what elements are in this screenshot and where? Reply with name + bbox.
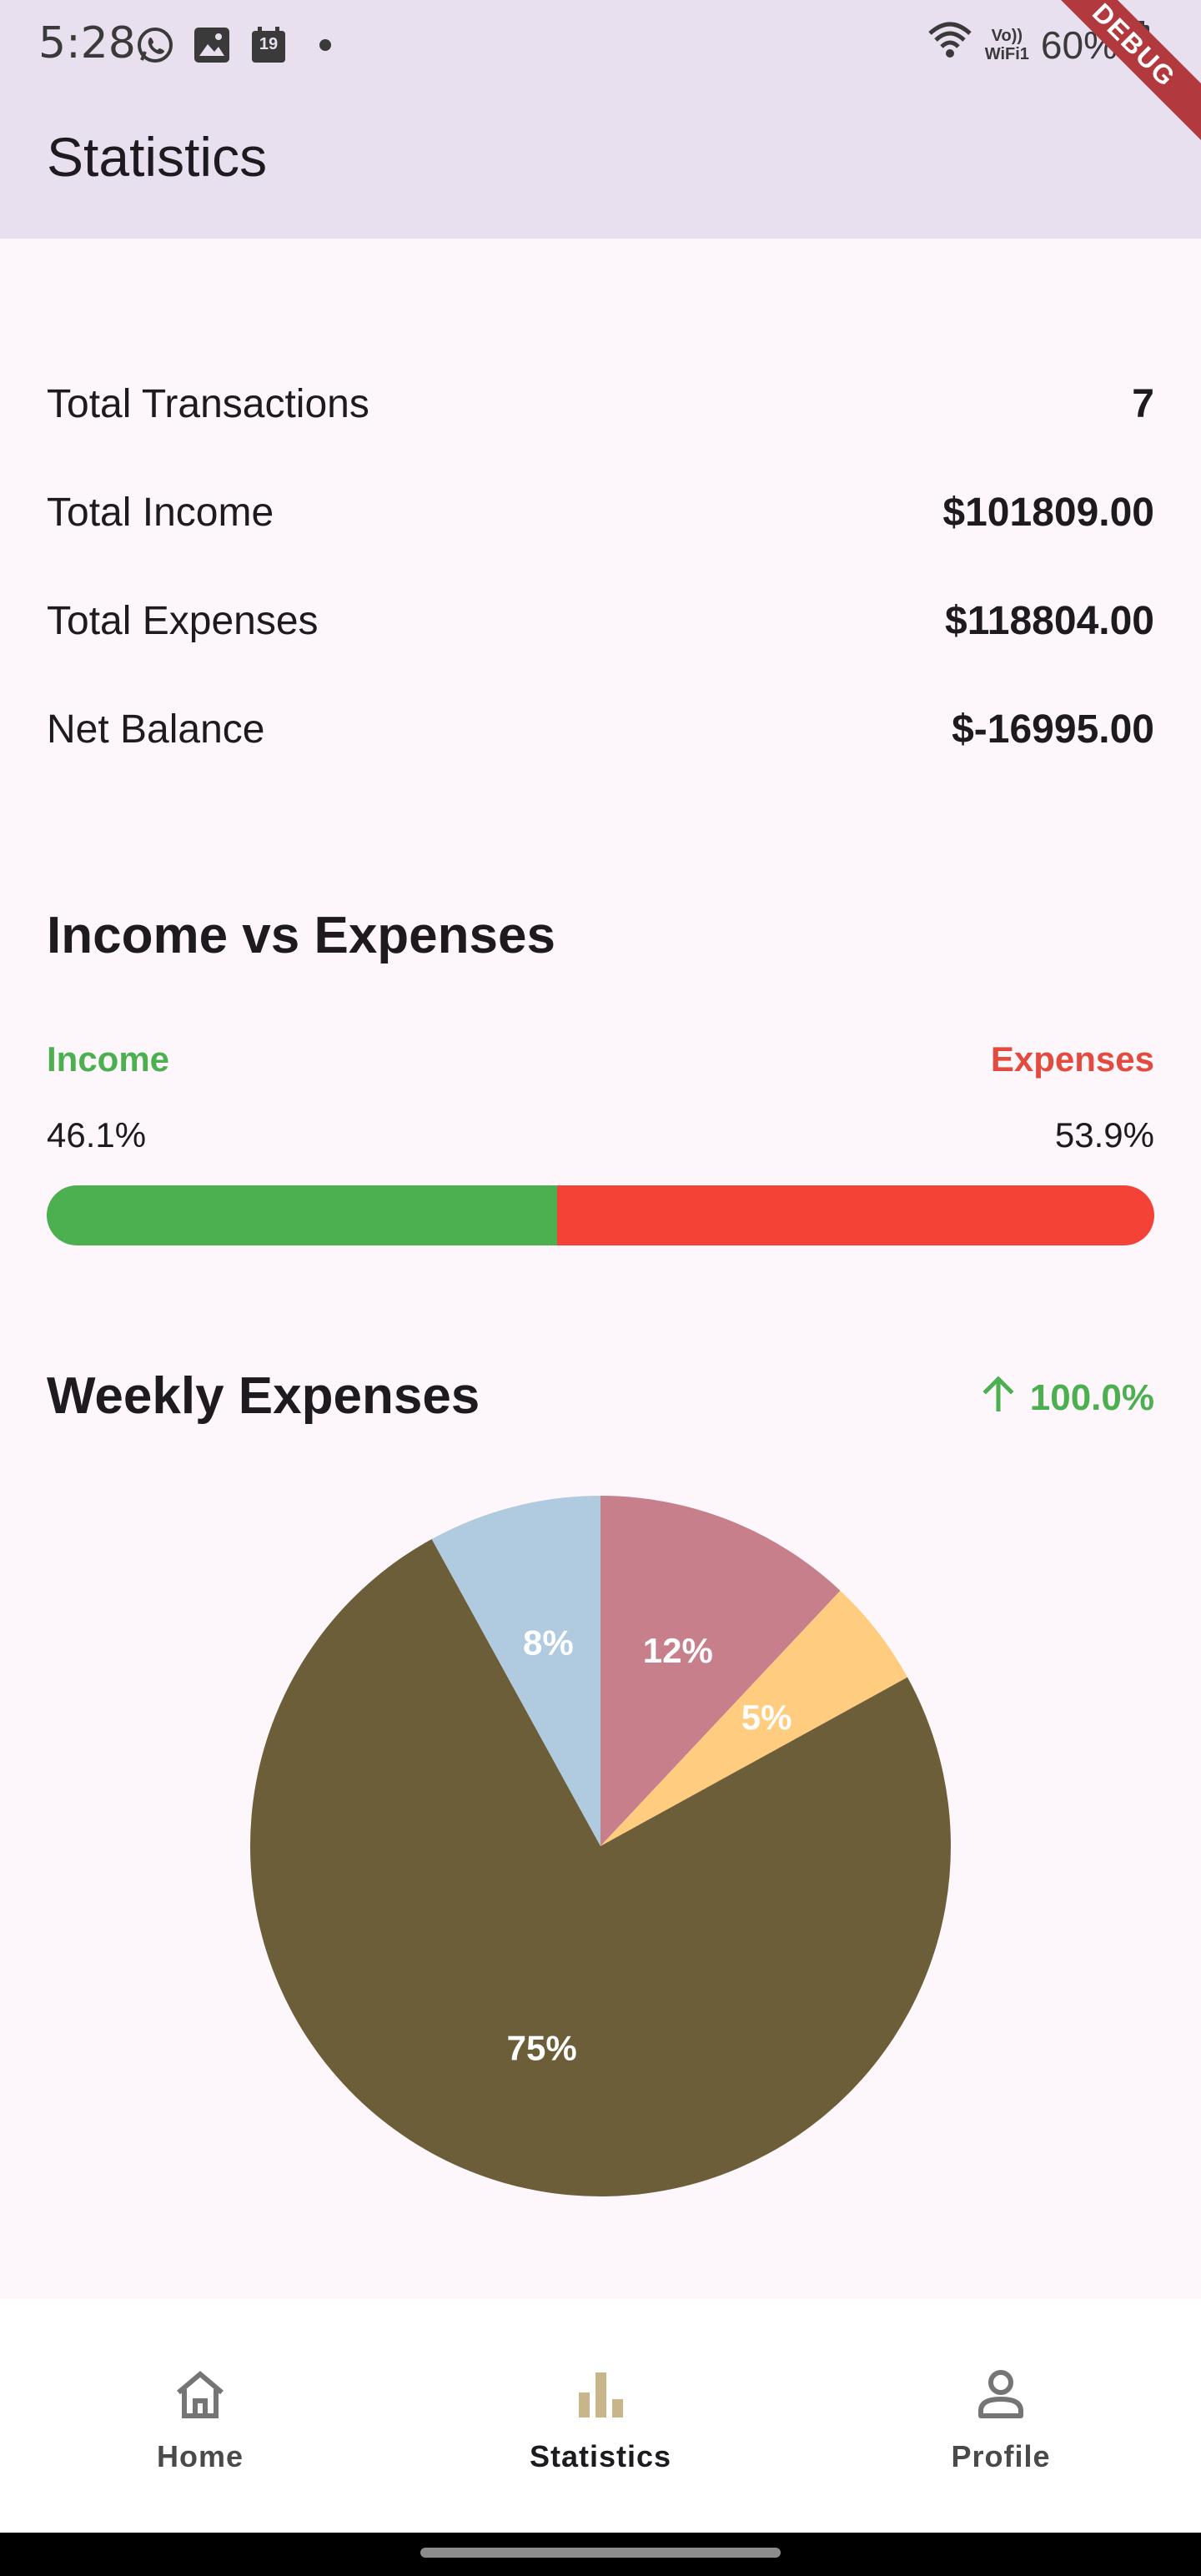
volte-bottom-text: WiFi1: [984, 44, 1029, 63]
pie-slice-label: 5%: [741, 1698, 792, 1737]
income-expense-ratio-bar: [47, 1185, 1154, 1245]
gesture-handle[interactable]: [420, 2548, 781, 2558]
summary-label: Net Balance: [47, 707, 265, 752]
weekly-expenses-title: Weekly Expenses: [47, 1367, 480, 1425]
weekly-trend: 100.0%: [982, 1375, 1154, 1421]
income-percent: 46.1%: [47, 1115, 147, 1155]
summary-row-total-income: Total Income $101809.00: [47, 479, 1154, 546]
pie-slice-label: 75%: [507, 2028, 577, 2067]
nav-label-profile: Profile: [951, 2439, 1051, 2473]
trend-value: 100.0%: [1029, 1376, 1154, 1418]
income-legend-label: Income: [47, 1039, 170, 1079]
image-icon: [190, 23, 234, 67]
wifi-icon: [927, 20, 973, 69]
summary-row-total-expenses: Total Expenses $118804.00: [47, 587, 1154, 654]
nav-item-home[interactable]: Home: [0, 2299, 400, 2533]
page-title: Statistics: [47, 126, 268, 188]
person-icon: [967, 2361, 1034, 2428]
pie-slice-label: 12%: [643, 1631, 713, 1670]
volte-top-text: Vo)): [991, 26, 1023, 45]
expenses-legend-label: Expenses: [990, 1039, 1154, 1079]
calendar-day: 19: [259, 35, 279, 53]
gesture-navigation-area: [0, 2533, 1201, 2576]
weekly-expenses-pie-chart: 12% 5% 75% 8%: [249, 1494, 952, 2198]
summary-label: Total Expenses: [47, 598, 319, 643]
summary-value: $118804.00: [945, 598, 1154, 643]
expenses-bar-segment: [557, 1185, 1154, 1245]
home-icon: [167, 2361, 234, 2428]
bottom-navigation: Home Statistics Profile: [0, 2299, 1201, 2533]
summary-value: $101809.00: [942, 490, 1154, 535]
whatsapp-icon: [133, 23, 177, 67]
summary-row-total-transactions: Total Transactions 7: [47, 370, 1154, 437]
dot-icon: [304, 23, 347, 67]
nav-item-statistics[interactable]: Statistics: [400, 2299, 801, 2533]
volte-indicator: Vo)) WiFi1: [985, 27, 1029, 63]
bar-chart-icon: [567, 2361, 634, 2428]
notification-icons: 19: [133, 23, 347, 67]
summary-value: $-16995.00: [952, 707, 1154, 752]
status-time: 5:28: [38, 18, 136, 68]
arrow-up-icon: [982, 1375, 1015, 1421]
pie-chart-svg: 12% 5% 75% 8%: [250, 1496, 951, 2196]
pie-slice-label: 8%: [523, 1623, 574, 1662]
income-vs-expenses-title: Income vs Expenses: [47, 907, 555, 964]
app-bar: 5:28 19 Vo)) WiFi1 60% DEBUG Statistics: [0, 0, 1201, 239]
summary-label: Total Income: [47, 490, 274, 535]
nav-label-home: Home: [156, 2439, 244, 2473]
income-bar-segment: [47, 1185, 558, 1245]
summary-label: Total Transactions: [47, 381, 369, 426]
nav-item-profile[interactable]: Profile: [801, 2299, 1201, 2533]
expenses-percent: 53.9%: [1054, 1115, 1154, 1155]
summary-value: 7: [1132, 381, 1154, 426]
calendar-icon: 19: [247, 23, 290, 67]
nav-label-statistics: Statistics: [529, 2439, 672, 2473]
summary-row-net-balance: Net Balance $-16995.00: [47, 696, 1154, 762]
